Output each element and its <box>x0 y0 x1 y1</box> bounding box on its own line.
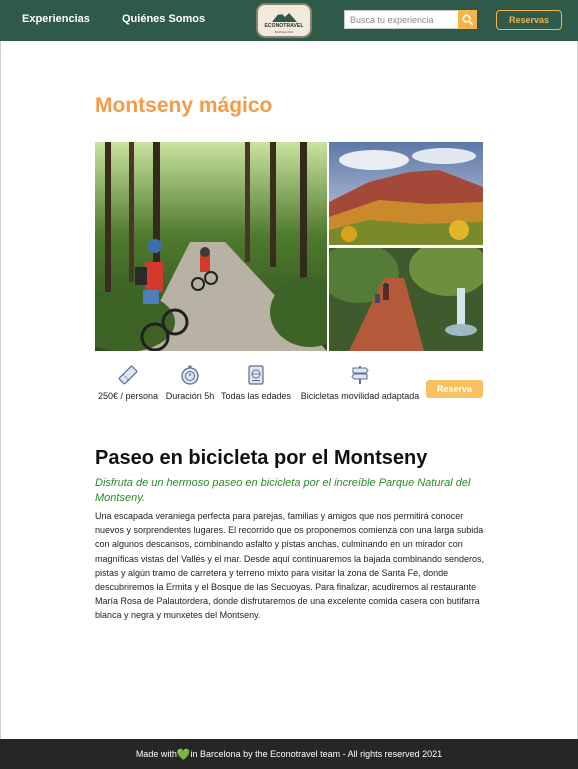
search-button[interactable] <box>458 10 477 29</box>
nav-experiencias-link[interactable]: Experiencias <box>22 13 90 25</box>
signpost-icon <box>351 366 369 384</box>
experience-description: Una escapada veraniega perfecta para par… <box>95 511 485 621</box>
stopwatch-icon <box>181 365 199 385</box>
feature-price: 250€ / persona <box>95 364 161 401</box>
footer-text-before: Made with <box>135 749 177 759</box>
feature-ages: Todas las edades <box>218 364 294 401</box>
nav-quienes-somos-link[interactable]: Quiénes Somos <box>122 13 205 25</box>
logo-subtext: BARCELONA <box>274 30 294 34</box>
reserva-button[interactable]: Reserva <box>426 380 483 398</box>
footer-text-after: in Barcelona by the Econotravel team - A… <box>190 749 443 759</box>
forest-cycling-photo <box>95 142 327 351</box>
reservas-button[interactable]: Reservas <box>496 10 562 30</box>
forest-trail-photo <box>329 248 483 351</box>
experience-tagline: Disfruta de un hermoso paseo en biciclet… <box>95 477 471 504</box>
ticket-icon <box>118 365 138 385</box>
footer: Made with 💚 in Barcelona by the Econotra… <box>0 739 578 769</box>
feature-label: Bicicletas movilidad adaptada <box>300 391 420 401</box>
logo-text: ECONOTRAVEL <box>264 23 304 29</box>
green-heart-icon: 💚 <box>176 748 191 761</box>
feature-label: Todas las edades <box>220 391 292 401</box>
feature-label: Duración 5h <box>165 391 215 401</box>
search-icon <box>462 14 473 25</box>
search-input[interactable] <box>344 10 458 29</box>
top-nav-bar: Experiencias Quiénes Somos ECONOTRAVEL B… <box>0 0 578 41</box>
montseny-mountain-photo <box>329 142 483 245</box>
family-badge-icon <box>248 365 264 385</box>
econotravel-logo[interactable]: ECONOTRAVEL BARCELONA <box>256 3 312 38</box>
feature-duration: Duración 5h <box>163 364 217 401</box>
feature-bikes: Bicicletas movilidad adaptada <box>296 364 424 401</box>
experience-subtitle: Paseo en bicicleta por el Montseny <box>95 447 428 469</box>
page-title: Montseny mágico <box>95 94 273 117</box>
feature-label: 250€ / persona <box>97 391 159 401</box>
